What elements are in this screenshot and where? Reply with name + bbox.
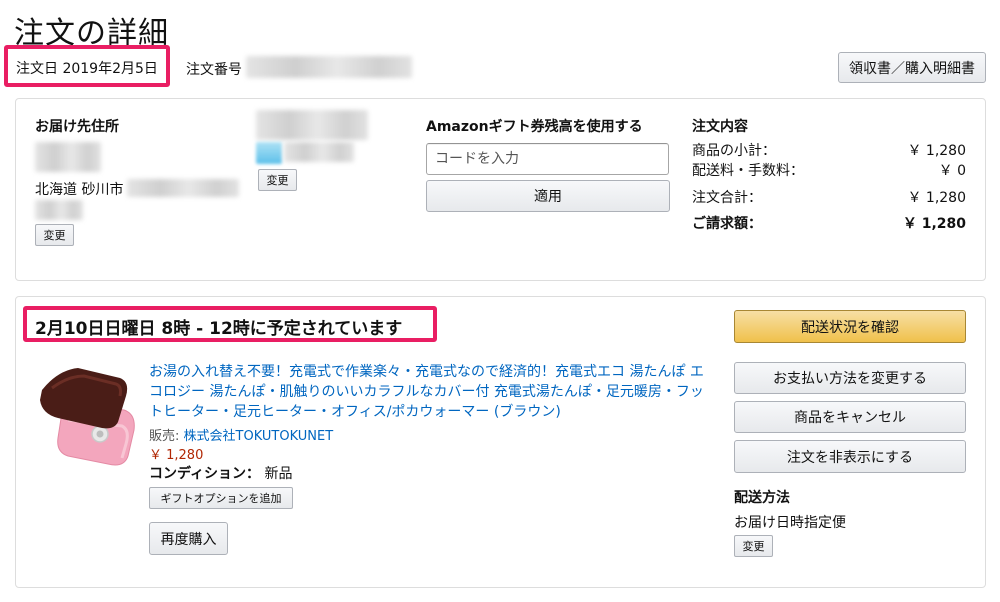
delivery-method-heading: 配送方法 bbox=[734, 490, 790, 506]
condition-label: コンディション： bbox=[149, 466, 261, 482]
address-redacted-1 bbox=[127, 179, 239, 197]
gift-code-input[interactable] bbox=[426, 143, 669, 175]
item-condition: コンディション： 新品 bbox=[149, 463, 292, 483]
subtotal-label: 商品の小計： bbox=[692, 143, 776, 159]
delivery-method-change-button[interactable]: 変更 bbox=[734, 535, 773, 557]
address-redacted-2 bbox=[35, 200, 83, 220]
order-number-label: 注文番号 bbox=[186, 62, 242, 78]
gift-option-button[interactable]: ギフトオプションを追加 bbox=[149, 487, 293, 509]
receipt-button[interactable]: 領収書／購入明細書 bbox=[838, 52, 986, 83]
order-date: 注文日 2019年2月5日 bbox=[4, 45, 170, 87]
gift-card-heading: Amazonギフト券残高を使用する bbox=[426, 119, 643, 135]
subtotal-value: ￥ 1,280 bbox=[907, 143, 966, 159]
item-price: ￥ 1,280 bbox=[149, 448, 204, 463]
summary-heading: 注文内容 bbox=[692, 119, 748, 135]
delivery-method-value: お届け日時指定便 bbox=[734, 515, 846, 531]
payment-details-redacted bbox=[284, 142, 354, 162]
payment-info-redacted bbox=[256, 110, 368, 140]
payment-card-icon bbox=[256, 142, 282, 164]
shipping-fee-row: 配送料・手数料： ￥ 0 bbox=[692, 160, 966, 180]
change-payment-button[interactable]: お支払い方法を変更する bbox=[734, 362, 966, 394]
delivery-estimate: 2月10日日曜日 8時 - 12時に予定されています bbox=[23, 306, 437, 342]
condition-value: 新品 bbox=[264, 466, 293, 482]
hide-order-button[interactable]: 注文を非表示にする bbox=[734, 440, 966, 473]
order-number-redacted bbox=[246, 56, 412, 78]
seller-line: 販売: 株式会社TOKUTOKUNET bbox=[149, 425, 333, 444]
shipping-address-heading: お届け先住所 bbox=[35, 119, 119, 135]
recipient-name-redacted bbox=[35, 142, 101, 172]
payment-change-button[interactable]: 変更 bbox=[258, 169, 297, 191]
seller-label: 販売: bbox=[149, 429, 180, 444]
shipping-fee-label: 配送料・手数料： bbox=[692, 163, 804, 179]
cancel-item-button[interactable]: 商品をキャンセル bbox=[734, 401, 966, 433]
buy-again-button[interactable]: 再度購入 bbox=[149, 522, 228, 555]
product-image[interactable] bbox=[38, 360, 138, 470]
billed-label: ご請求額： bbox=[692, 216, 762, 232]
total-row: 注文合計： ￥ 1,280 bbox=[692, 187, 966, 207]
billed-value: ￥ 1,280 bbox=[902, 216, 966, 232]
gift-apply-button[interactable]: 適用 bbox=[426, 180, 670, 212]
shipping-fee-value: ￥ 0 bbox=[938, 163, 966, 179]
billed-row: ご請求額： ￥ 1,280 bbox=[692, 213, 966, 233]
total-value: ￥ 1,280 bbox=[907, 190, 966, 206]
address-line: 北海道 砂川市 bbox=[35, 182, 124, 198]
product-title-link[interactable]: お湯の入れ替え不要！充電式で作業楽々・充電式なので経済的！充電式エコ 湯たんぽ … bbox=[149, 362, 709, 422]
track-package-button[interactable]: 配送状況を確認 bbox=[734, 310, 966, 343]
seller-link[interactable]: 株式会社TOKUTOKUNET bbox=[184, 429, 334, 444]
subtotal-row: 商品の小計： ￥ 1,280 bbox=[692, 140, 966, 160]
total-label: 注文合計： bbox=[692, 190, 762, 206]
address-change-button[interactable]: 変更 bbox=[35, 224, 74, 246]
